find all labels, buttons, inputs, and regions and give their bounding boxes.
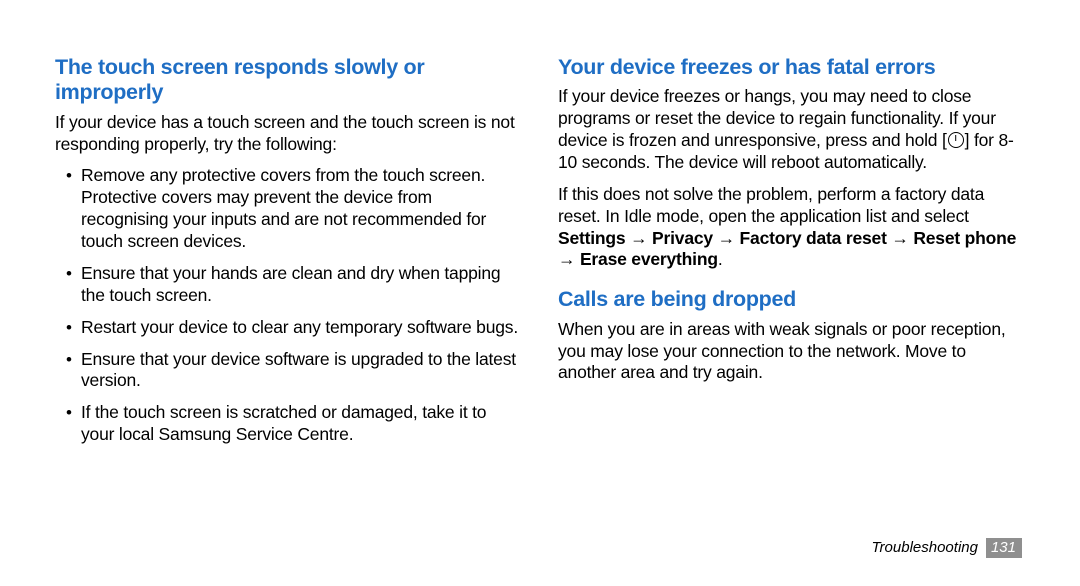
left-column: The touch screen responds slowly or impr… — [55, 55, 540, 556]
footer-page-number: 131 — [986, 538, 1022, 558]
list-item: Ensure that your device software is upgr… — [81, 349, 522, 393]
para-calls-dropped: When you are in areas with weak signals … — [558, 319, 1025, 385]
text-span: If your device freezes or hangs, you may… — [558, 86, 996, 150]
para-freezes-a: If your device freezes or hangs, you may… — [558, 86, 1025, 174]
heading-freezes: Your device freezes or has fatal errors — [558, 55, 1025, 80]
para-freezes-b: If this does not solve the problem, perf… — [558, 184, 1025, 272]
page-footer: Troubleshooting 131 — [872, 538, 1023, 558]
power-icon — [948, 132, 964, 148]
intro-touchscreen: If your device has a touch screen and th… — [55, 112, 522, 156]
document-page: The touch screen responds slowly or impr… — [0, 0, 1080, 586]
list-item: Ensure that your hands are clean and dry… — [81, 263, 522, 307]
list-item: If the touch screen is scratched or dama… — [81, 402, 522, 446]
settings-path: Settings → Privacy → Factory data reset … — [558, 228, 1016, 270]
list-item: Remove any protective covers from the to… — [81, 165, 522, 253]
list-item: Restart your device to clear any tempora… — [81, 317, 522, 339]
right-column: Your device freezes or has fatal errors … — [540, 55, 1025, 556]
bullet-list-touchscreen: Remove any protective covers from the to… — [55, 165, 522, 446]
text-span: If this does not solve the problem, perf… — [558, 184, 984, 226]
footer-section-name: Troubleshooting — [872, 539, 978, 556]
heading-touchscreen: The touch screen responds slowly or impr… — [55, 55, 522, 106]
text-span: . — [718, 249, 723, 269]
heading-calls-dropped: Calls are being dropped — [558, 287, 1025, 312]
